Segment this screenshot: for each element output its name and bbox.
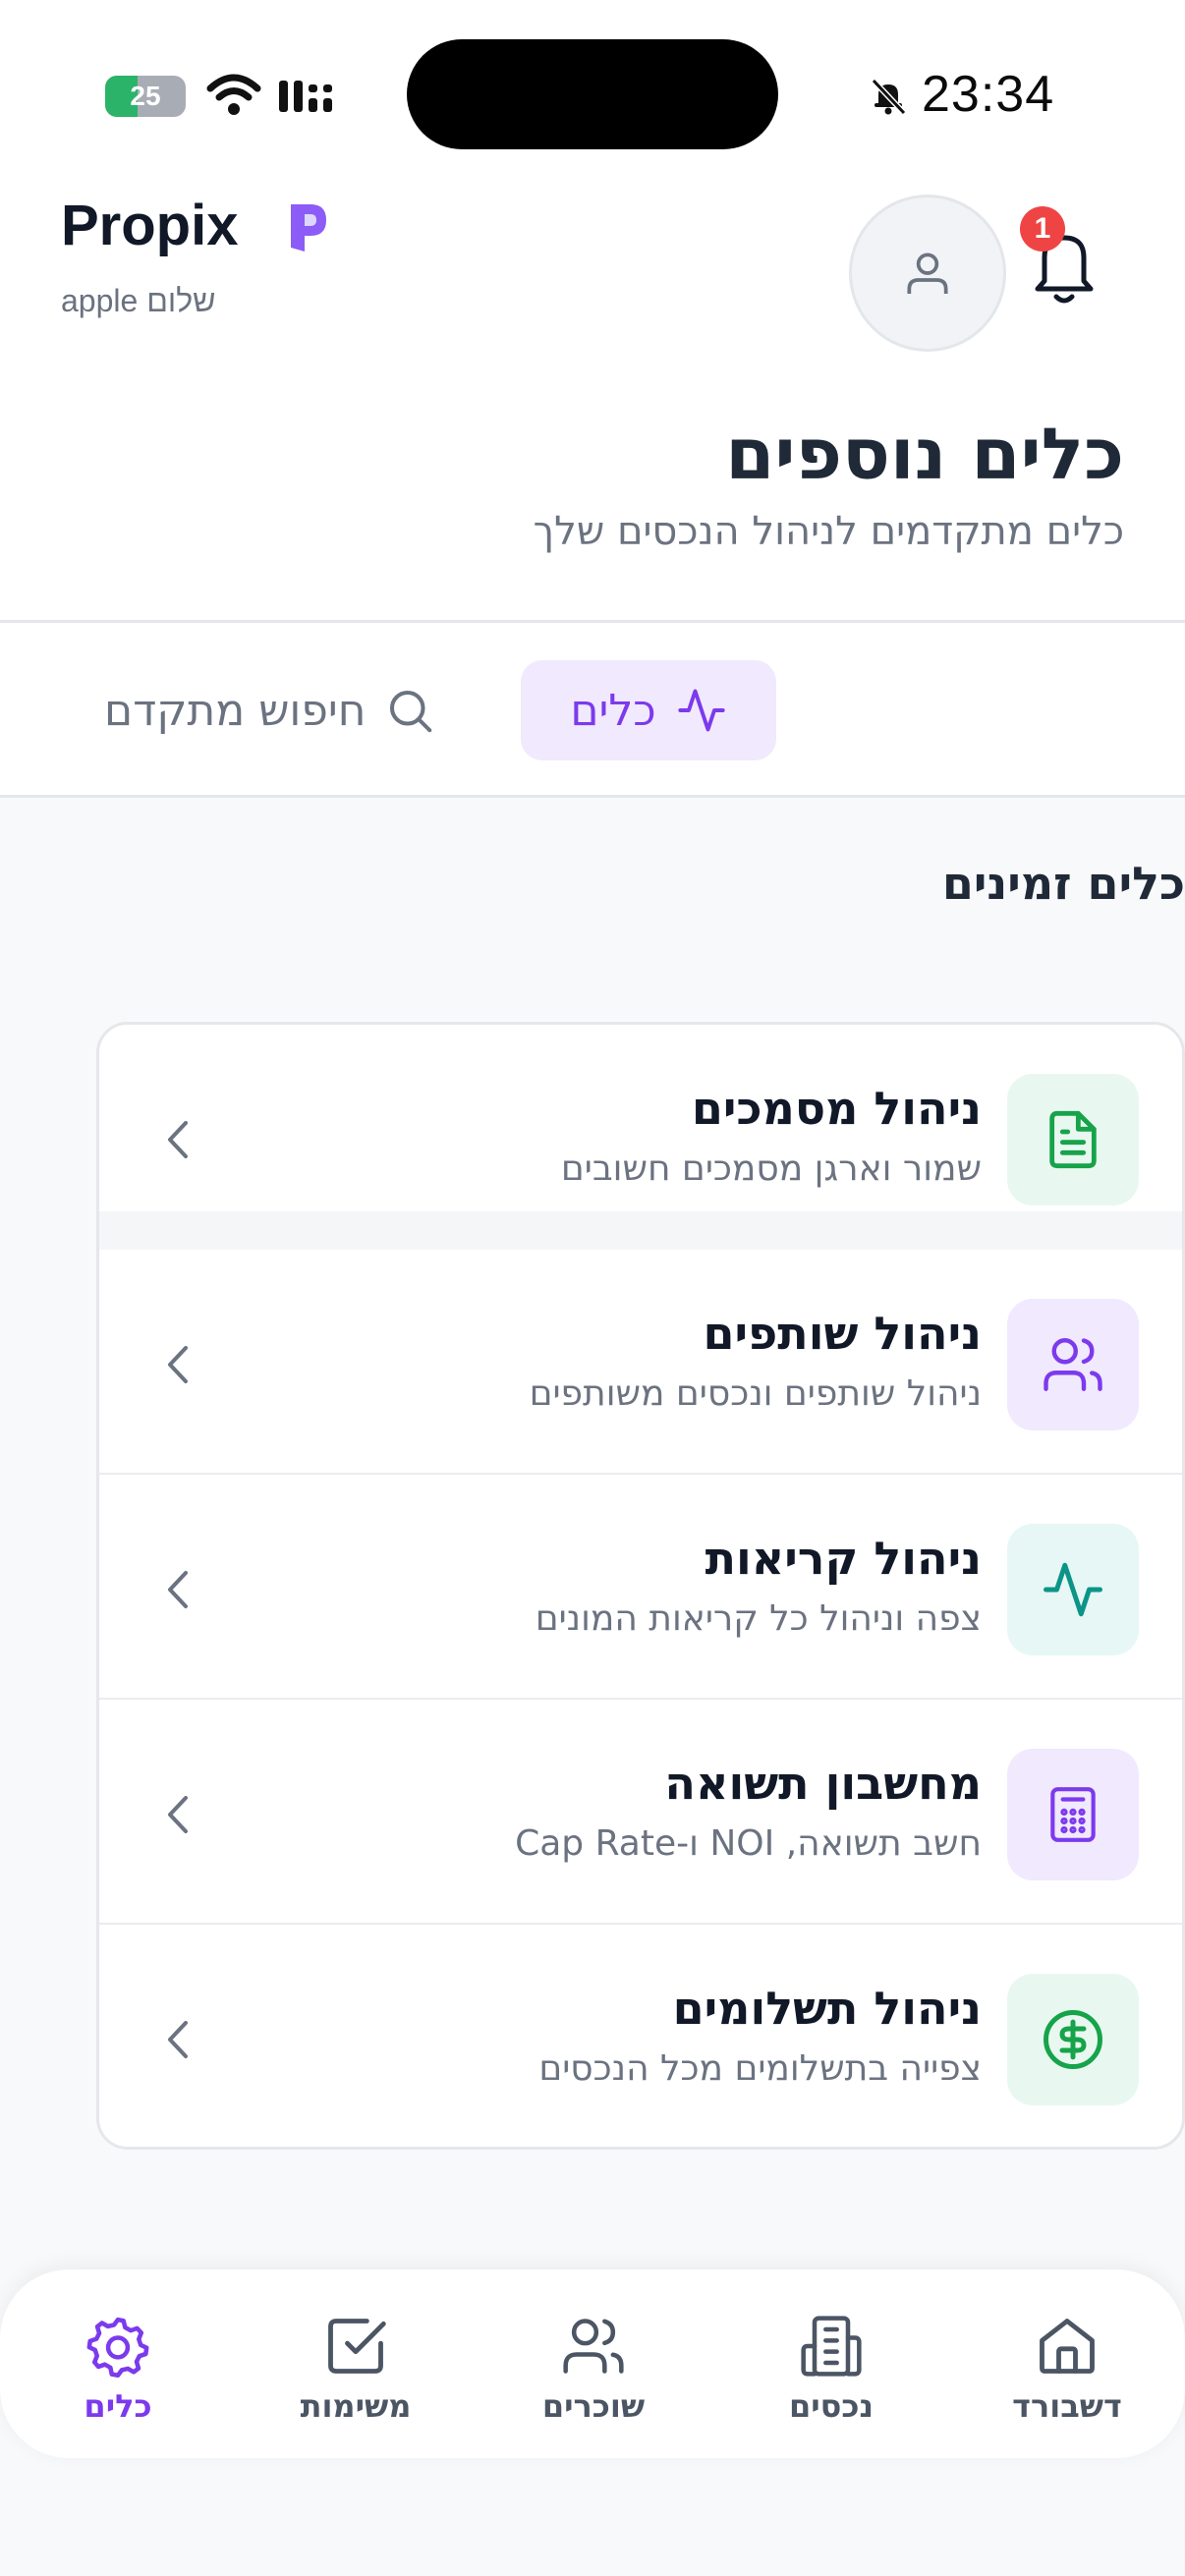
tool-description: חשב תשואה, NOI ו-Cap Rate <box>515 1823 982 1864</box>
status-time: 23:34 <box>922 66 1055 123</box>
nav-item-tenants[interactable]: שוכרים <box>495 2313 692 2440</box>
tool-title: ניהול שותפים <box>703 1307 982 1360</box>
users-icon <box>563 2319 624 2374</box>
tool-title: ניהול קריאות <box>705 1532 982 1585</box>
search-icon <box>390 690 432 733</box>
brand-name: Propix <box>61 194 239 257</box>
bell-slash-icon <box>871 78 907 116</box>
battery-level: 25 <box>130 81 161 111</box>
chevron-left-icon <box>168 2021 188 2058</box>
user-icon <box>907 252 948 294</box>
chevron-left-icon <box>168 1796 188 1833</box>
tool-item-calculator[interactable]: מחשבון תשואה חשב תשואה, NOI ו-Cap Rate <box>99 1700 1182 1925</box>
calculator-icon <box>1007 1749 1139 1880</box>
tool-title: מחשבון תשואה <box>664 1757 982 1810</box>
users-icon <box>1007 1299 1139 1430</box>
checkbox-icon <box>328 2319 386 2374</box>
cellular-signal-icon <box>279 81 332 112</box>
bottom-navigation: כלים משימות שוכרים נכסים דשבורד <box>0 2269 1185 2458</box>
tool-title: ניהול תשלומים <box>672 1982 982 2035</box>
battery-icon: 25 <box>105 76 186 117</box>
row-divider <box>99 1211 1182 1251</box>
activity-icon <box>678 689 725 732</box>
nav-label: שוכרים <box>541 2387 646 2425</box>
dynamic-island <box>407 39 778 149</box>
nav-item-dashboard[interactable]: דשבורד <box>969 2313 1165 2440</box>
greeting-text: apple שלום <box>61 283 216 318</box>
dollar-icon <box>1007 1974 1139 2105</box>
tool-item-documents[interactable]: ניהול מסמכים שמור וארגן מסמכים חשובים <box>99 1025 1182 1251</box>
notification-badge: 1 <box>1020 206 1065 252</box>
nav-label: נכסים <box>788 2387 875 2425</box>
tool-description: צפייה בתשלומים מכל הנכסים <box>538 2048 982 2089</box>
activity-icon <box>1007 1524 1139 1655</box>
page-header: כלים נוספים כלים מתקדמים לניהול הנכסים ש… <box>0 354 1185 623</box>
chevron-left-icon <box>168 1346 188 1383</box>
section-title: כלים זמינים <box>941 857 1185 910</box>
nav-item-tools[interactable]: כלים <box>20 2313 216 2440</box>
nav-item-tasks[interactable]: משימות <box>257 2313 454 2440</box>
tab-tools[interactable]: כלים <box>521 660 776 760</box>
tabs-bar: כלים חיפוש מתקדם <box>0 623 1185 798</box>
tool-item-partners[interactable]: ניהול שותפים ניהול שותפים ונכסים משותפים <box>99 1250 1182 1475</box>
status-bar: 25 23:34 <box>0 0 1185 187</box>
tool-item-payments[interactable]: ניהול תשלומים צפייה בתשלומים מכל הנכסים <box>99 1925 1182 2147</box>
tab-advanced-search-label: חיפוש מתקדם <box>104 685 367 736</box>
home-icon <box>1040 2319 1095 2374</box>
nav-item-properties[interactable]: נכסים <box>733 2313 930 2440</box>
chevron-left-icon <box>168 1121 188 1158</box>
gear-icon <box>86 2317 149 2379</box>
page-subtitle: כלים מתקדמים לניהול הנכסים שלך <box>533 509 1124 554</box>
tab-tools-label: כלים <box>570 685 656 736</box>
tool-title: ניהול מסמכים <box>691 1082 982 1135</box>
tool-description: שמור וארגן מסמכים חשובים <box>560 1148 982 1189</box>
tool-description: צפה וניהול כל קריאות המונים <box>535 1598 982 1639</box>
page-title: כלים נוספים <box>725 413 1124 495</box>
brand-logo-icon <box>291 204 326 252</box>
document-icon <box>1007 1074 1139 1205</box>
nav-label: משימות <box>300 2387 412 2425</box>
wifi-icon <box>206 74 261 115</box>
tab-advanced-search[interactable]: חיפוש מתקדם <box>104 660 436 760</box>
chevron-left-icon <box>168 1571 188 1608</box>
nav-label: דשבורד <box>1012 2387 1122 2425</box>
tool-item-readings[interactable]: ניהול קריאות צפה וניהול כל קריאות המונים <box>99 1475 1182 1700</box>
tools-card: ניהול מסמכים שמור וארגן מסמכים חשובים ני… <box>96 1022 1185 2150</box>
building-icon <box>801 2316 862 2377</box>
profile-button[interactable] <box>849 195 1006 352</box>
nav-label: כלים <box>84 2387 152 2425</box>
tool-description: ניהול שותפים ונכסים משותפים <box>529 1373 982 1414</box>
app-header: Propix apple שלום 1 <box>0 187 1185 354</box>
